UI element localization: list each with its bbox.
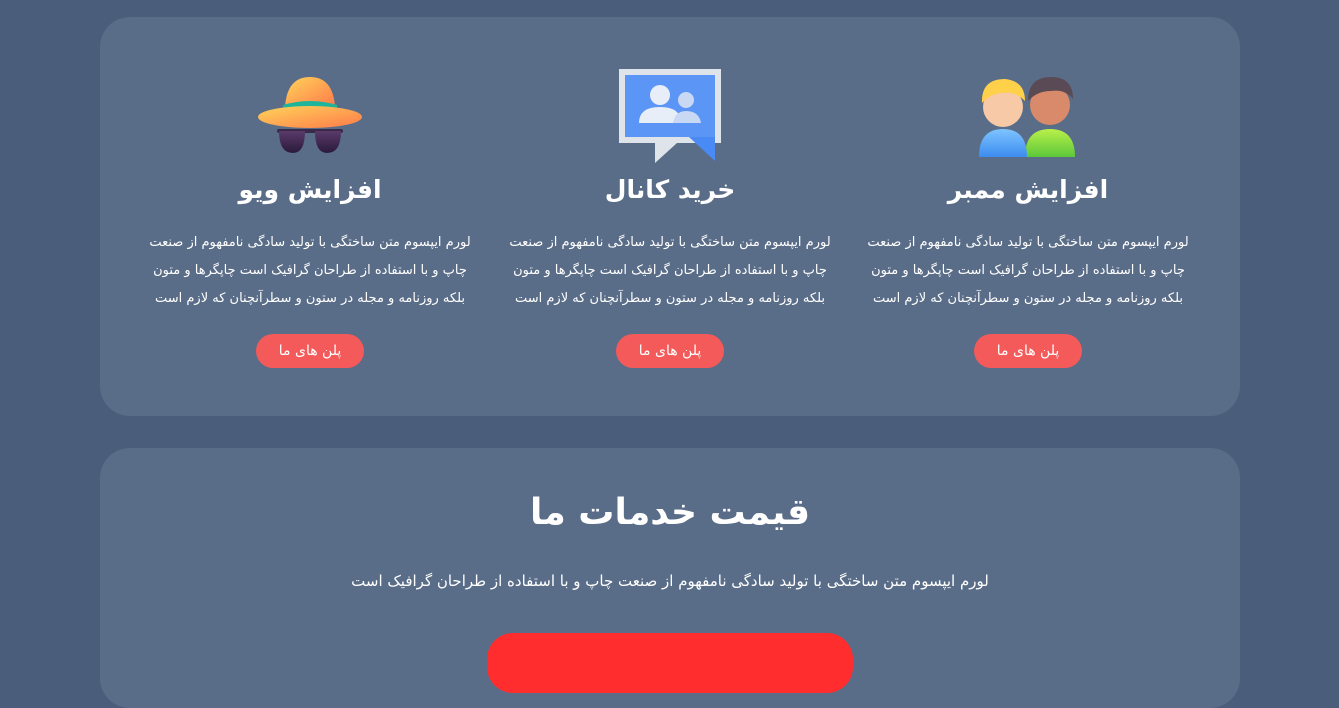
pricing-title: قیمت خدمات ما bbox=[529, 492, 811, 533]
service-title: افزایش ممبر bbox=[947, 175, 1109, 204]
group-chat-icon bbox=[615, 65, 725, 165]
two-users-icon bbox=[973, 65, 1083, 165]
pricing-cta-button[interactable] bbox=[487, 633, 853, 693]
plans-button[interactable]: پلن های ما bbox=[974, 334, 1082, 368]
plans-button[interactable]: پلن های ما bbox=[616, 334, 724, 368]
service-description: لورم ایپسوم متن ساختگی با تولید سادگی نا… bbox=[509, 235, 831, 306]
service-title: خرید کانال bbox=[604, 175, 736, 204]
pricing-description: لورم ایپسوم متن ساختگی با تولید سادگی نا… bbox=[351, 572, 989, 590]
pricing-panel: قیمت خدمات ما لورم ایپسوم متن ساختگی با … bbox=[100, 448, 1240, 708]
plans-button[interactable]: پلن های ما bbox=[256, 334, 364, 368]
service-description: لورم ایپسوم متن ساختگی با تولید سادگی نا… bbox=[867, 235, 1189, 306]
hat-sunglasses-icon bbox=[255, 65, 365, 165]
service-description: لورم ایپسوم متن ساختگی با تولید سادگی نا… bbox=[149, 235, 471, 306]
services-panel: افزایش ویو لورم ایپسوم متن ساختگی با تول… bbox=[100, 17, 1240, 416]
service-title: افزایش ویو bbox=[238, 175, 382, 204]
